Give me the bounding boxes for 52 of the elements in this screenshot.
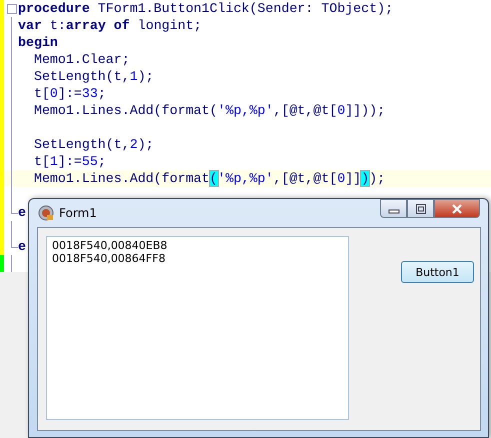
code-string: '%p,%p' bbox=[218, 103, 274, 118]
code-text: TForm1.Button1Click(Sender: TObject); bbox=[96, 1, 394, 16]
close-icon bbox=[451, 204, 463, 214]
code-text: ]:= bbox=[58, 86, 82, 101]
code-keyword: array bbox=[66, 18, 106, 33]
code-text: ]])); bbox=[345, 103, 386, 118]
code-number: 0 bbox=[337, 171, 346, 186]
code-text: ]:= bbox=[58, 154, 82, 169]
code-keyword: e bbox=[18, 239, 26, 254]
collapse-icon[interactable] bbox=[7, 4, 17, 14]
code-text: longint; bbox=[136, 18, 202, 33]
code-text: ); bbox=[138, 137, 154, 152]
close-button[interactable] bbox=[434, 199, 480, 218]
code-text: ); bbox=[369, 171, 386, 186]
matched-brace: ) bbox=[361, 171, 370, 186]
code-number: 1 bbox=[130, 69, 138, 84]
memo-field[interactable]: 0018F540,00840EB8 0018F540,00864FF8 bbox=[46, 236, 349, 420]
code-number: 1 bbox=[50, 154, 58, 169]
app-icon bbox=[38, 205, 54, 221]
code-text: t: bbox=[48, 18, 66, 33]
code-keyword: procedure bbox=[18, 1, 90, 16]
minimize-button[interactable] bbox=[380, 199, 407, 218]
code-text: Memo1.Lines.Add(format bbox=[32, 171, 210, 186]
code-keyword: begin bbox=[18, 35, 58, 50]
memo-line: 0018F540,00864FF8 bbox=[52, 252, 166, 265]
button1-button[interactable]: Button1 bbox=[401, 261, 474, 283]
code-text: t[ bbox=[32, 154, 50, 169]
code-text: ,[@t,@t[ bbox=[273, 171, 338, 186]
code-string: '%p,%p' bbox=[218, 171, 274, 186]
code-text: Memo1.Lines.Add(format( bbox=[32, 103, 218, 118]
code-text: ; bbox=[98, 154, 106, 169]
maximize-icon bbox=[414, 204, 426, 214]
code-number: 33 bbox=[82, 86, 98, 101]
code-text: ]] bbox=[345, 171, 362, 186]
code-keyword: var bbox=[18, 18, 42, 33]
code-text: SetLength(t, bbox=[32, 69, 130, 84]
matched-brace: ( bbox=[210, 171, 218, 186]
window-title: Form1 bbox=[59, 206, 97, 220]
code-text: t[ bbox=[32, 86, 50, 101]
code-keyword: of bbox=[114, 18, 130, 33]
code-text: SetLength(t, bbox=[32, 137, 130, 152]
memo-line: 0018F540,00840EB8 bbox=[52, 239, 168, 252]
code-text: ); bbox=[138, 69, 154, 84]
code-number: 2 bbox=[130, 137, 138, 152]
code-text: ,[@t,@t[ bbox=[273, 103, 338, 118]
code-keyword: e bbox=[18, 205, 26, 220]
code-number: 55 bbox=[82, 154, 98, 169]
code-text: ; bbox=[98, 86, 106, 101]
code-number: 0 bbox=[50, 86, 58, 101]
maximize-button[interactable] bbox=[407, 199, 434, 218]
code-text: Memo1.Clear; bbox=[32, 52, 130, 67]
code-number: 0 bbox=[337, 103, 346, 118]
